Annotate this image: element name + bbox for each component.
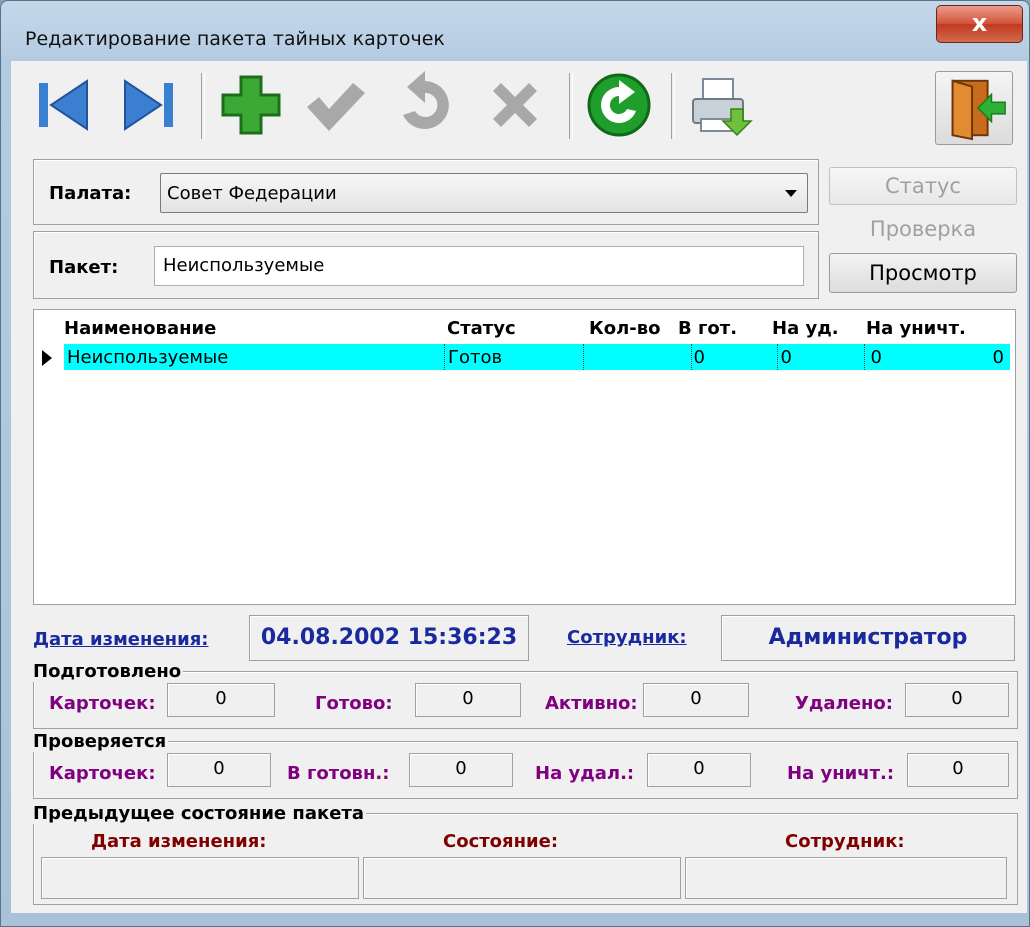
window-title: Редактирование пакета тайных карточек <box>25 28 445 50</box>
prepared-caption: Подготовлено <box>33 661 184 682</box>
row-ready: 0 <box>780 347 792 368</box>
palata-value: Совет Федерации <box>167 183 337 204</box>
delete-icon <box>493 83 537 127</box>
prepared-deleted-label: Удалено: <box>795 693 893 714</box>
prepared-ready-label: Готово: <box>315 693 393 714</box>
previous-state-label: Состояние: <box>443 831 559 852</box>
previous-state-value <box>363 857 681 899</box>
cell-divider <box>444 344 446 370</box>
cell-divider <box>583 344 585 370</box>
previous-date-value <box>41 857 359 899</box>
prepared-active-label: Активно: <box>545 693 638 714</box>
print-icon <box>692 78 753 137</box>
prepared-ready-value: 0 <box>415 683 521 717</box>
checking-ready-label: В готовн.: <box>287 763 390 784</box>
col-header-destroy[interactable]: На уничт. <box>866 318 966 339</box>
refresh-button[interactable] <box>583 69 655 141</box>
print-button[interactable] <box>683 69 755 141</box>
paket-group: Пакет: Неиспользуемые <box>33 231 819 299</box>
palata-group: Палата: Совет Федерации <box>33 159 819 225</box>
row-destroy: 0 <box>992 347 1004 368</box>
paket-input-value: Неиспользуемые <box>163 255 325 276</box>
apply-button[interactable] <box>299 69 371 141</box>
last-icon <box>124 79 173 131</box>
close-button[interactable]: x <box>936 5 1023 43</box>
table-row[interactable]: Неиспользуемые Готов 0 0 0 0 <box>64 344 1010 370</box>
row-del: 0 <box>870 347 882 368</box>
view-button[interactable]: Просмотр <box>829 253 1017 293</box>
palata-label: Палата: <box>49 183 132 204</box>
cell-divider <box>691 344 693 370</box>
status-button[interactable]: Статус <box>829 167 1017 205</box>
first-icon <box>39 79 88 131</box>
apply-icon <box>307 83 365 131</box>
toolbar <box>11 61 1027 151</box>
chevron-down-icon[interactable] <box>785 190 797 197</box>
checking-cards-label: Карточек: <box>49 763 156 784</box>
window-frame: Редактирование пакета тайных карточек x <box>0 0 1030 927</box>
package-grid[interactable]: Наименование Статус Кол-во В гот. На уд.… <box>33 309 1016 605</box>
paket-label: Пакет: <box>49 257 119 278</box>
prepared-deleted-value: 0 <box>905 683 1009 717</box>
row-name: Неиспользуемые <box>67 347 229 368</box>
previous-caption: Предыдущее состояние пакета <box>33 803 366 824</box>
checking-cards-value: 0 <box>167 753 271 787</box>
employee-label[interactable]: Сотрудник: <box>567 627 687 648</box>
toolbar-separator <box>201 73 205 139</box>
row-status: Готов <box>448 347 503 368</box>
title-bar: Редактирование пакета тайных карточек x <box>1 1 1029 65</box>
client-area: Палата: Совет Федерации Пакет: Неиспольз… <box>11 61 1027 913</box>
checking-del-value: 0 <box>647 753 751 787</box>
palata-select[interactable]: Совет Федерации <box>160 173 808 213</box>
exit-icon <box>951 79 1006 141</box>
undo-button[interactable] <box>389 69 461 141</box>
col-header-del[interactable]: На уд. <box>772 318 839 339</box>
cell-divider <box>864 344 866 370</box>
checking-destroy-label: На уничт.: <box>787 763 895 784</box>
previous-employee-value <box>685 857 1007 899</box>
checking-ready-value: 0 <box>409 753 513 787</box>
previous-date-label: Дата изменения: <box>91 831 267 852</box>
cell-divider <box>777 344 779 370</box>
first-record-button[interactable] <box>29 69 101 141</box>
prepared-active-value: 0 <box>643 683 749 717</box>
prepared-cards-label: Карточек: <box>49 693 156 714</box>
toolbar-separator <box>569 73 573 139</box>
refresh-icon <box>587 73 651 137</box>
undo-icon <box>403 71 449 129</box>
exit-button[interactable] <box>935 71 1013 145</box>
row-indicator-icon <box>42 350 52 366</box>
delete-button[interactable] <box>479 69 551 141</box>
check-button[interactable]: Проверка <box>829 211 1017 249</box>
row-qty: 0 <box>693 347 705 368</box>
previous-employee-label: Сотрудник: <box>785 831 905 852</box>
paket-input[interactable]: Неиспользуемые <box>154 246 804 286</box>
employee-value: Администратор <box>721 615 1015 661</box>
checking-caption: Проверяется <box>33 731 169 752</box>
last-record-button[interactable] <box>111 69 183 141</box>
col-header-status[interactable]: Статус <box>447 318 516 339</box>
date-value: 04.08.2002 15:36:23 <box>249 615 529 661</box>
col-header-name[interactable]: Наименование <box>64 318 216 339</box>
toolbar-separator <box>671 73 675 139</box>
add-icon <box>221 75 281 135</box>
prepared-cards-value: 0 <box>167 683 275 717</box>
checking-del-label: На удал.: <box>535 763 635 784</box>
checking-destroy-value: 0 <box>907 753 1009 787</box>
col-header-ready[interactable]: В гот. <box>678 318 737 339</box>
col-header-qty[interactable]: Кол-во <box>589 318 661 339</box>
add-button[interactable] <box>215 69 287 141</box>
date-label[interactable]: Дата изменения: <box>33 629 208 650</box>
